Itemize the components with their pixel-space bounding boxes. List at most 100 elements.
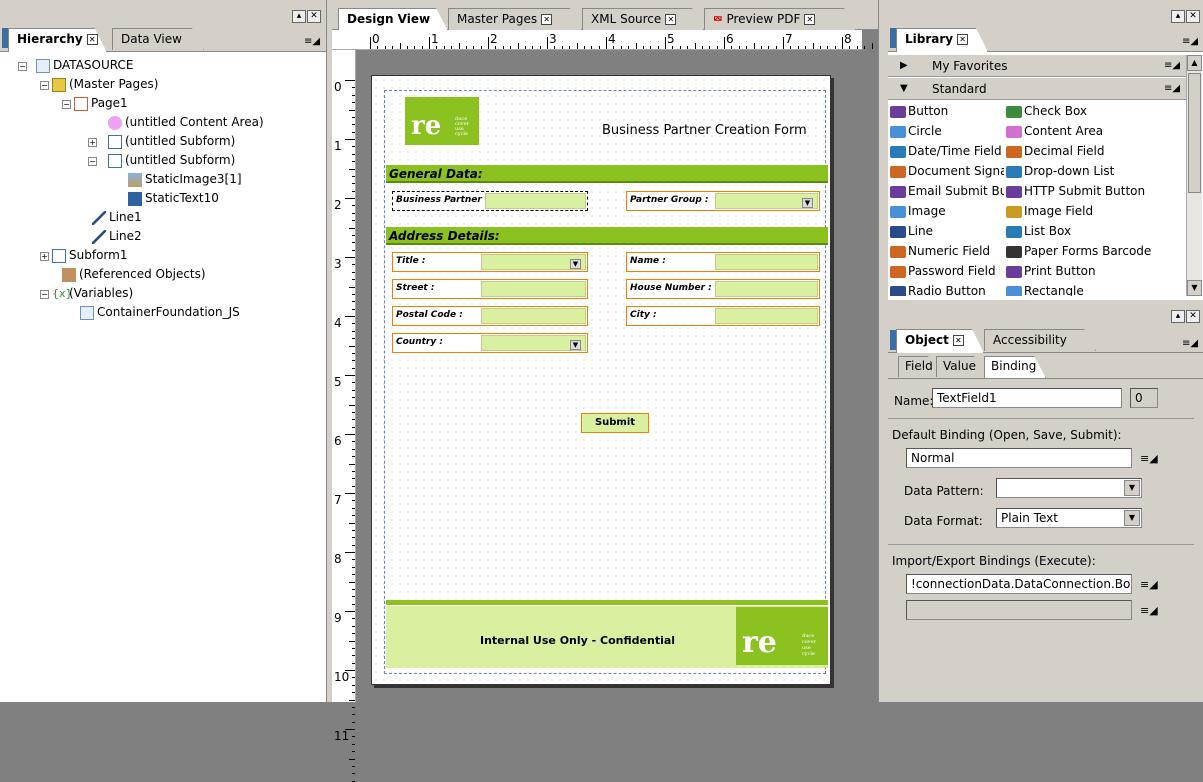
- index-input[interactable]: 0: [1130, 388, 1158, 408]
- general-data-header[interactable]: General Data:: [386, 165, 828, 183]
- library-item[interactable]: Numeric Field: [890, 242, 1004, 260]
- library-item[interactable]: Check Box: [1006, 102, 1184, 120]
- city-input[interactable]: [715, 308, 818, 324]
- data-pattern-select[interactable]: ▼: [996, 478, 1142, 498]
- collapse-icon[interactable]: −: [40, 81, 49, 90]
- footer-text[interactable]: Internal Use Only - Confidential: [480, 634, 675, 647]
- scroll-up-arrow[interactable]: ▲: [1187, 55, 1202, 71]
- tree-item-container-foundation[interactable]: ContainerFoundation_JS: [80, 303, 240, 321]
- library-item[interactable]: Rectangle: [1006, 282, 1184, 296]
- tree-item-page1[interactable]: Page1: [74, 94, 128, 112]
- library-item[interactable]: Decimal Field: [1006, 142, 1184, 160]
- binding-menu-icon[interactable]: ≡◢: [1140, 578, 1158, 591]
- business-partner-input[interactable]: [485, 193, 586, 209]
- collapse-icon[interactable]: −: [18, 62, 27, 71]
- tab-design-view[interactable]: Design View: [338, 8, 448, 31]
- tab-object[interactable]: Object ✕: [896, 329, 984, 353]
- house-number-field[interactable]: House Number :: [626, 279, 820, 299]
- tree-item-subform1[interactable]: Subform1: [52, 246, 127, 264]
- name-input[interactable]: TextField1: [932, 388, 1122, 408]
- library-group-favorites[interactable]: ▶ My Favorites ≡◢: [888, 55, 1186, 77]
- tab-hierarchy[interactable]: Hierarchy ✕: [8, 28, 107, 52]
- tree-item-subform-b[interactable]: (untitled Subform): [108, 151, 235, 169]
- submit-button[interactable]: Submit: [581, 413, 649, 433]
- library-item[interactable]: Print Button: [1006, 262, 1184, 280]
- close-icon[interactable]: ✕: [804, 14, 815, 25]
- minimize-button[interactable]: ▴: [1171, 310, 1185, 323]
- library-item[interactable]: Paper Forms Barcode: [1006, 242, 1184, 260]
- library-scrollbar[interactable]: ▲ ▼: [1186, 55, 1202, 296]
- expand-icon[interactable]: +: [88, 138, 97, 147]
- close-icon[interactable]: ✕: [957, 34, 968, 45]
- library-item[interactable]: Email Submit But: [890, 182, 1004, 200]
- library-item[interactable]: HTTP Submit Button: [1006, 182, 1184, 200]
- library-item[interactable]: Document Signa: [890, 162, 1004, 180]
- tree-item-content-area[interactable]: (untitled Content Area): [108, 113, 264, 131]
- library-item[interactable]: Image Field: [1006, 202, 1184, 220]
- form-title[interactable]: Business Partner Creation Form: [602, 123, 807, 138]
- collapse-icon[interactable]: −: [62, 100, 71, 109]
- house-number-input[interactable]: [715, 281, 818, 297]
- design-canvas[interactable]: re duce cover use cycle Business Partner Cr…: [356, 50, 876, 702]
- import-export-input-2[interactable]: [906, 600, 1132, 620]
- library-group-standard[interactable]: ▼ Standard ≡◢: [888, 78, 1186, 100]
- postal-code-input[interactable]: [481, 308, 586, 324]
- postal-code-field[interactable]: Postal Code :: [392, 306, 588, 326]
- tab-library[interactable]: Library ✕: [896, 28, 988, 52]
- tree-item-master-pages[interactable]: (Master Pages): [52, 75, 158, 93]
- chevron-down-icon[interactable]: ▼: [570, 340, 581, 350]
- panel-menu-icon[interactable]: ≡◢: [1164, 78, 1180, 100]
- expand-icon[interactable]: +: [40, 252, 49, 261]
- subtab-value[interactable]: Value: [936, 356, 986, 377]
- name-field[interactable]: Name :: [626, 252, 820, 272]
- subtab-binding[interactable]: Binding: [984, 356, 1046, 378]
- country-field[interactable]: Country : ▼: [392, 333, 588, 353]
- tree-item-datasource[interactable]: DATASOURCE: [36, 56, 133, 74]
- tab-xml-source[interactable]: XML Source ✕: [582, 8, 704, 30]
- binding-menu-icon[interactable]: ≡◢: [1140, 604, 1158, 617]
- street-input[interactable]: [481, 281, 586, 297]
- name-input[interactable]: [715, 254, 818, 270]
- minimize-button[interactable]: ▴: [292, 10, 306, 23]
- address-details-header[interactable]: Address Details:: [386, 227, 828, 245]
- partner-group-field[interactable]: Partner Group : ▼: [626, 191, 820, 211]
- panel-menu-icon[interactable]: ≡◢: [1164, 55, 1180, 77]
- subtab-field[interactable]: Field: [898, 356, 940, 377]
- library-item[interactable]: Line: [890, 222, 1004, 240]
- library-item[interactable]: Date/Time Field: [890, 142, 1004, 160]
- default-binding-input[interactable]: Normal: [906, 448, 1132, 468]
- close-icon[interactable]: ✕: [953, 335, 964, 346]
- import-export-input[interactable]: !connectionData.DataConnection.Bo: [906, 574, 1132, 594]
- library-item[interactable]: Circle: [890, 122, 1004, 140]
- tree-item-static-image[interactable]: StaticImage3[1]: [128, 170, 242, 188]
- country-select[interactable]: ▼: [481, 335, 586, 351]
- tab-accessibility[interactable]: Accessibility: [984, 329, 1096, 351]
- tab-master-pages[interactable]: Master Pages ✕: [448, 8, 582, 30]
- tab-preview-pdf[interactable]: ⮹ Preview PDF ✕: [704, 8, 856, 30]
- minimize-button[interactable]: ▴: [1171, 10, 1185, 23]
- library-item[interactable]: Image: [890, 202, 1004, 220]
- panel-menu-icon[interactable]: ≡◢: [304, 36, 320, 47]
- tree-item-referenced-objects[interactable]: (Referenced Objects): [62, 265, 206, 283]
- binding-menu-icon[interactable]: ≡◢: [1140, 452, 1158, 465]
- panel-menu-icon[interactable]: ≡◢: [1182, 338, 1198, 349]
- close-icon[interactable]: ✕: [665, 14, 676, 25]
- title-field[interactable]: Title : ▼: [392, 252, 588, 272]
- tree-item-static-text[interactable]: StaticText10: [128, 189, 219, 207]
- business-partner-field[interactable]: Business Partner :: [392, 191, 588, 211]
- partner-group-select[interactable]: ▼: [715, 193, 818, 209]
- close-icon[interactable]: ✕: [541, 14, 552, 25]
- close-panel-button[interactable]: ✕: [1186, 10, 1200, 23]
- chevron-down-icon[interactable]: ▼: [1124, 510, 1140, 526]
- close-panel-button[interactable]: ✕: [1186, 310, 1200, 323]
- library-item[interactable]: Radio Button: [890, 282, 1004, 296]
- chevron-down-icon[interactable]: ▼: [1124, 480, 1140, 496]
- collapse-icon[interactable]: −: [88, 157, 97, 166]
- library-item[interactable]: List Box: [1006, 222, 1184, 240]
- tab-data-view[interactable]: Data View: [112, 28, 204, 50]
- chevron-down-icon[interactable]: ▼: [570, 259, 581, 269]
- city-field[interactable]: City :: [626, 306, 820, 326]
- tree-item-line1[interactable]: Line1: [92, 208, 142, 226]
- right-splitter[interactable]: [878, 0, 888, 702]
- tree-item-subform-a[interactable]: (untitled Subform): [108, 132, 235, 150]
